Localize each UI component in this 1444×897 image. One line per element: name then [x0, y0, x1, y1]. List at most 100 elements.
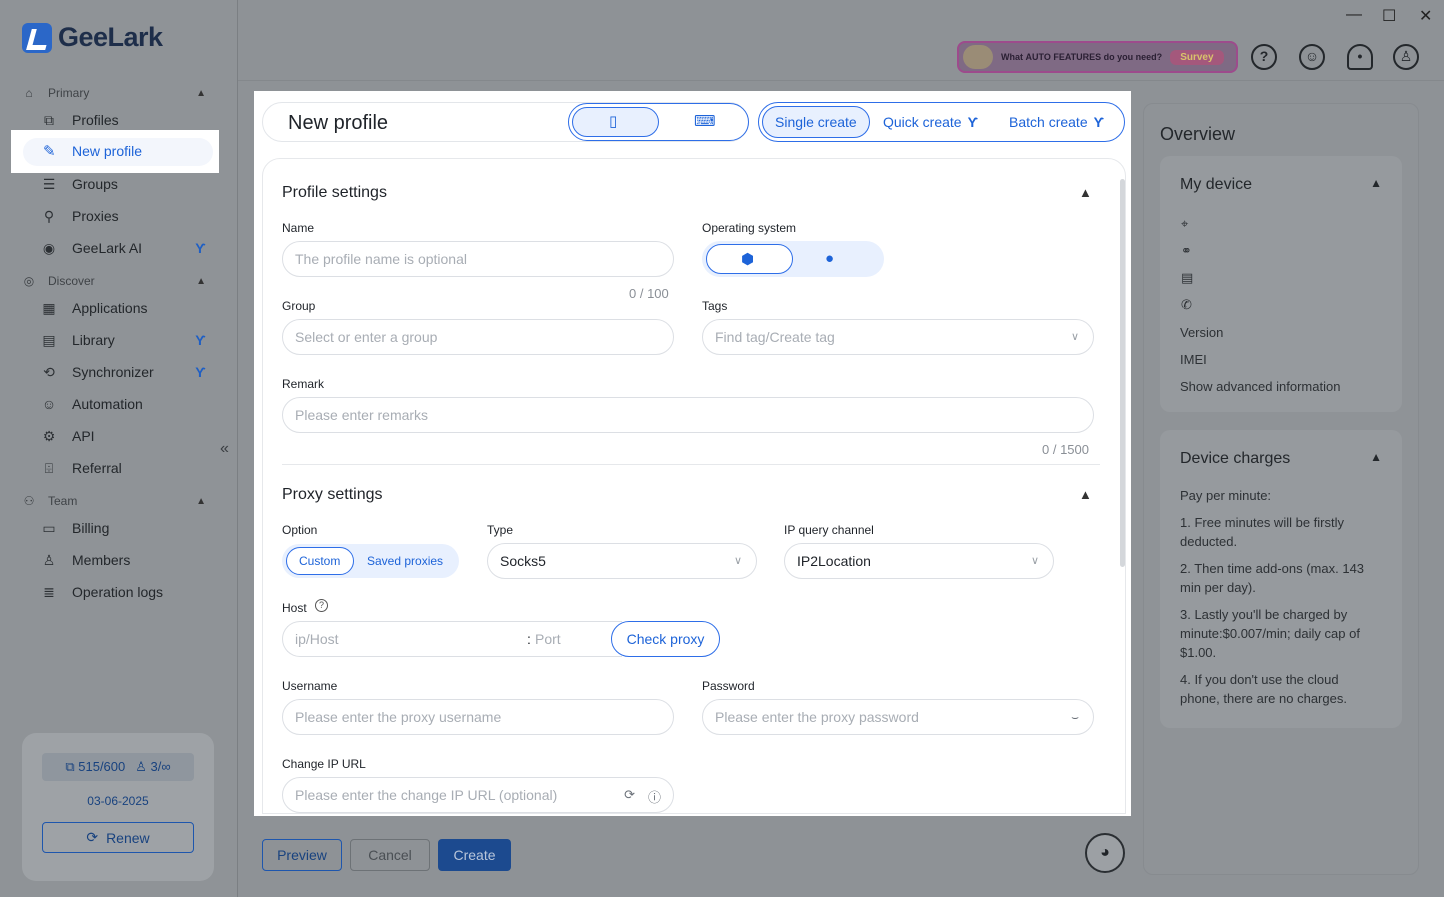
account-icon[interactable]: ♙: [1393, 44, 1419, 70]
chevron-up-icon[interactable]: ▲: [1370, 450, 1382, 464]
overview-panel: Overview My device ▲ ⌖ ⚭ ▤ ✆ Version IME…: [1143, 103, 1419, 875]
chevron-up-icon: ▲: [196, 275, 206, 287]
section-primary[interactable]: ⌂ Primary ▲: [22, 83, 206, 103]
section-discover[interactable]: ◎ Discover ▲: [22, 271, 206, 291]
preview-button[interactable]: Preview: [262, 839, 342, 871]
sidebar-item-library[interactable]: ▤ Library Ƴ: [40, 327, 210, 353]
sidebar-item-new-profile[interactable]: ✎ New profile: [11, 130, 219, 173]
renew-button[interactable]: ⟳ Renew: [42, 822, 194, 853]
sidebar-item-proxies[interactable]: ⚲ Proxies: [40, 203, 210, 229]
network-icon: ⚭: [1181, 243, 1192, 258]
sidebar-item-api[interactable]: ⚙ API: [40, 423, 210, 449]
help-icon[interactable]: ?: [1251, 44, 1277, 70]
bell-icon[interactable]: •: [1347, 44, 1373, 70]
proxy-username-input[interactable]: Please enter the proxy username: [282, 699, 674, 735]
ai-icon: ◉: [42, 240, 56, 256]
edit-icon: ✎: [43, 143, 56, 160]
change-ip-url-input[interactable]: Please enter the change IP URL (optional…: [282, 777, 674, 813]
apple-icon[interactable]: ●: [825, 250, 834, 267]
laptop-device-icon[interactable]: ⌨: [694, 112, 716, 130]
android-icon[interactable]: ⬢: [741, 250, 754, 268]
sidebar-item-groups[interactable]: ☰ Groups: [40, 171, 210, 197]
remark-counter: 0 / 1500: [1042, 442, 1089, 457]
create-mode-bar: Single create Quick create Ƴ Batch create…: [758, 102, 1125, 142]
profiles-icon: ⧉: [44, 112, 54, 128]
usage-stats: ⧉ 515/600 ♙ 3/∞: [42, 753, 194, 781]
chevron-up-icon: ▲: [196, 87, 206, 99]
proxy-type-select[interactable]: Socks5 ∨: [487, 543, 757, 579]
compass-icon: ◎: [23, 274, 35, 288]
device-type-toggle: ▯ ⌨: [568, 103, 749, 141]
survey-button[interactable]: Survey: [1170, 49, 1224, 65]
plan-card: ⧉ 515/600 ♙ 3/∞ 03-06-2025 ⟳ Renew: [22, 733, 214, 881]
eye-closed-icon[interactable]: ⌣: [1071, 710, 1079, 725]
sidebar-item-geelark-ai[interactable]: ◉ GeeLark AI Ƴ: [40, 235, 210, 261]
create-button[interactable]: Create: [438, 839, 511, 871]
assistant-float-icon[interactable]: ◕: [1085, 833, 1125, 873]
ai-badge-icon: Ƴ: [967, 114, 979, 130]
gift-icon: ⌹: [44, 460, 54, 476]
close-icon[interactable]: ✕: [1419, 6, 1432, 26]
collapse-sidebar-icon[interactable]: «: [220, 440, 229, 458]
team-icon: ⚇: [23, 494, 35, 508]
sim-icon: ▤: [1181, 270, 1194, 285]
proxy-password-input[interactable]: Please enter the proxy password ⌣: [702, 699, 1094, 735]
phone-device-icon[interactable]: ▯: [609, 112, 617, 130]
ai-badge-icon: Ƴ: [1093, 114, 1105, 130]
os-toggle: ⬢ ●: [702, 241, 884, 277]
section-team[interactable]: ⚇ Team ▲: [22, 491, 206, 511]
phone-icon: ✆: [1181, 297, 1192, 312]
profile-settings-heading: Profile settings: [282, 184, 387, 201]
sync-icon: ⟲: [43, 364, 55, 380]
info-icon[interactable]: ⓘ: [648, 787, 661, 806]
host-input[interactable]: ip/Host : Port: [282, 621, 622, 657]
chevron-up-icon[interactable]: ▲: [1079, 487, 1092, 502]
my-device-card: My device ▲ ⌖ ⚭ ▤ ✆ Version IMEI Show ad…: [1160, 156, 1402, 412]
section-divider: [282, 464, 1100, 465]
member-count: ♙ 3/∞: [135, 759, 171, 774]
sidebar-item-members[interactable]: ♙ Members: [40, 547, 210, 573]
proxies-icon: ⚲: [43, 208, 55, 224]
chevron-up-icon[interactable]: ▲: [1370, 176, 1382, 190]
app-logo: GeeLark: [22, 22, 163, 53]
name-counter: 0 / 100: [629, 286, 669, 301]
form-scrollbar[interactable]: [1120, 179, 1125, 567]
proxy-option-toggle: Custom Saved proxies: [282, 544, 459, 578]
refresh-icon[interactable]: ⟳: [624, 787, 635, 803]
survey-orb-icon: [963, 45, 993, 69]
modal-title: New profile: [288, 112, 389, 134]
cancel-button[interactable]: Cancel: [350, 839, 430, 871]
robot-icon: ☺: [41, 396, 57, 412]
help-circle-icon[interactable]: ?: [315, 599, 328, 612]
minimize-icon[interactable]: —: [1346, 6, 1362, 24]
sidebar-item-operation-logs[interactable]: ≣ Operation logs: [40, 579, 210, 605]
chevron-down-icon: ∨: [1070, 331, 1079, 343]
logo-mark-icon: [22, 22, 52, 53]
option-custom[interactable]: Custom: [299, 554, 340, 568]
device-count: ⧉ 515/600: [65, 759, 126, 774]
port-input[interactable]: Port: [535, 631, 561, 647]
ip-channel-select[interactable]: IP2Location ∨: [784, 543, 1054, 579]
tab-quick-create[interactable]: Quick create Ƴ: [883, 114, 978, 130]
show-advanced-link[interactable]: Show advanced information: [1180, 377, 1380, 396]
sidebar-item-billing[interactable]: ▭ Billing: [40, 515, 210, 541]
chevron-up-icon: ▲: [196, 495, 206, 507]
tags-select[interactable]: Find tag/Create tag ∨: [702, 319, 1094, 355]
sidebar-item-applications[interactable]: ▦ Applications: [40, 295, 210, 321]
group-input[interactable]: Select or enter a group: [282, 319, 674, 355]
check-proxy-button[interactable]: Check proxy: [611, 621, 720, 657]
option-saved-proxies[interactable]: Saved proxies: [367, 554, 443, 568]
maximize-icon[interactable]: ☐: [1382, 6, 1396, 26]
support-icon[interactable]: ☺: [1299, 44, 1325, 70]
sidebar-item-automation[interactable]: ☺ Automation: [40, 391, 210, 417]
chevron-up-icon[interactable]: ▲: [1079, 185, 1092, 200]
sidebar-item-referral[interactable]: ⌹ Referral: [40, 455, 210, 481]
survey-banner[interactable]: What AUTO FEATURES do you need? Survey: [957, 41, 1238, 73]
name-input[interactable]: The profile name is optional: [282, 241, 674, 277]
profile-form: Profile settings ▲ Name The profile name…: [262, 158, 1126, 814]
tab-batch-create[interactable]: Batch create Ƴ: [1009, 114, 1104, 130]
proxy-settings-heading: Proxy settings: [282, 486, 383, 503]
sidebar-item-synchronizer[interactable]: ⟲ Synchronizer Ƴ: [40, 359, 210, 385]
tab-single-create[interactable]: Single create: [775, 114, 857, 130]
remark-input[interactable]: Please enter remarks: [282, 397, 1094, 433]
